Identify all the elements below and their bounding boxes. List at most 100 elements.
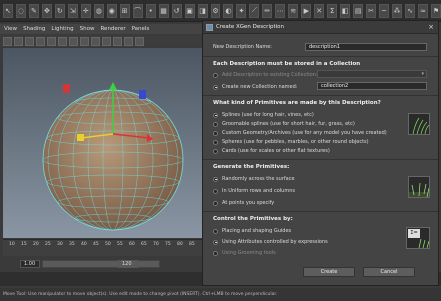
preview-icon[interactable]: ▶ [301,3,312,18]
cut-icon[interactable]: ✂ [366,3,377,18]
rotate-icon[interactable]: ↻ [54,3,65,18]
control-option-guides[interactable]: Placing and shaping Guides [213,228,291,234]
timeline-tick: 65 [141,242,147,247]
clump-icon[interactable]: ⁂ [392,3,403,18]
xgen-icon[interactable]: ✦ [236,3,247,18]
snap-point-icon[interactable]: • [145,3,156,18]
radio-splines[interactable] [213,112,218,118]
snap-curve-icon[interactable]: ⌒ [132,3,143,18]
noise-icon[interactable]: ~ [379,3,390,18]
generate-option-random[interactable]: Randomly across the surface [213,176,295,182]
add-to-existing-label: Add Description to existing Collection: [222,72,318,78]
select-icon[interactable]: ↖ [3,3,13,18]
soft-icon[interactable]: ◍ [93,3,104,18]
show-icon[interactable]: ◉ [106,3,117,18]
lasso-icon[interactable]: ◌ [15,3,26,18]
create-button[interactable]: Create [303,267,355,277]
textured-icon[interactable] [91,36,100,46]
radio-guides[interactable] [213,228,218,234]
radio-create-new[interactable] [213,84,218,90]
menu-lighting[interactable]: Lighting [51,26,73,32]
menu-renderer[interactable]: Renderer [100,26,125,32]
menu-shading[interactable]: Shading [23,26,45,32]
shadows-icon[interactable] [113,36,122,46]
snap-grid-icon[interactable]: ⊞ [119,3,130,18]
paint-icon[interactable]: ✎ [28,3,39,18]
control-option-grooming[interactable]: Using Grooming tools [213,250,276,256]
bookmark-icon[interactable] [14,36,23,46]
description-name-input[interactable]: description1 [305,43,427,51]
settings-icon[interactable]: ⚙ [210,3,221,18]
lights-icon[interactable] [102,36,111,46]
move-icon[interactable]: ✥ [41,3,52,18]
primitive-option-custom-geometry[interactable]: Custom Geometry/Archives (use for any mo… [213,130,387,136]
radio-custom-geometry[interactable] [213,130,218,136]
resolution-gate-icon[interactable] [58,36,67,46]
guide-icon[interactable]: ⟋ [249,3,260,18]
3d-viewport[interactable] [3,48,202,238]
radio-expressions[interactable] [213,239,218,245]
image-plane-icon[interactable] [25,36,34,46]
close-icon[interactable]: × [427,23,435,31]
primitive-option-spheres[interactable]: Spheres (use for pebbles, marbles, or ot… [213,139,369,145]
hypershade-icon[interactable]: ◐ [223,3,234,18]
dialog-titlebar[interactable]: Create XGen Description [203,21,438,34]
coil-icon[interactable]: ∿ [405,3,415,18]
menu-show[interactable]: Show [80,26,95,32]
render-icon[interactable]: ▣ [184,3,195,18]
timeline-tick: 25 [45,242,51,247]
grid-icon[interactable] [36,36,45,46]
film-gate-icon[interactable] [47,36,56,46]
primitive-option-cards[interactable]: Cards (use for scales or other flat text… [213,148,330,154]
splines-preview-icon [408,113,430,135]
snap-plane-icon[interactable]: ▦ [158,3,169,18]
primitive-option-groomable[interactable]: Groomable splines (use for short hair, f… [213,121,355,127]
radio-cards[interactable] [213,148,218,154]
clear-icon[interactable]: ✕ [314,3,325,18]
cancel-button[interactable]: Cancel [363,267,415,277]
time-slider[interactable]: 10 15 20 25 30 35 40 45 50 55 60 65 70 7… [3,239,202,256]
scale-icon[interactable]: ⇲ [67,3,78,18]
xray-icon[interactable] [135,36,144,46]
wind-icon[interactable]: ≈ [418,3,428,18]
camera-icon[interactable] [3,36,12,46]
radio-uniform[interactable] [213,188,218,194]
range-slider[interactable] [42,260,160,268]
universal-icon[interactable]: ✛ [80,3,91,18]
range-start-field[interactable]: 1.00 [20,260,40,268]
brush-icon[interactable]: ✏ [262,3,273,18]
new-description-row: New Description Name: [213,44,272,50]
smooth-shade-icon[interactable] [80,36,89,46]
collection-name-input[interactable]: collection2 [317,82,427,90]
density-icon[interactable]: ▤ [353,3,364,18]
create-new-collection-option[interactable]: Create new Collection named: [213,84,298,90]
radio-points[interactable] [213,200,218,206]
ipr-icon[interactable]: ◨ [197,3,208,18]
isolate-icon[interactable] [124,36,133,46]
wireframe-icon[interactable] [69,36,78,46]
control-option-expressions[interactable]: Using Attributes controlled by expressio… [213,239,328,245]
comb-icon[interactable]: ⋯ [275,3,286,18]
radio-add-existing[interactable] [213,72,218,78]
existing-collection-dropdown[interactable]: ▾ [317,70,427,78]
menu-panels[interactable]: Panels [132,26,150,32]
menu-view[interactable]: View [4,26,17,32]
expr-icon[interactable]: Σ [327,3,338,18]
primitive-option-splines[interactable]: Splines (use for long hair, vines, etc) [213,112,314,118]
create-xgen-description-dialog: Create XGen Description × New Descriptio… [202,20,439,286]
range-end-field[interactable]: 120 [118,260,138,268]
radio-grooming[interactable] [213,250,218,256]
history-icon[interactable]: ↺ [171,3,182,18]
radio-groomable[interactable] [213,121,218,127]
add-to-existing-option[interactable]: Add Description to existing Collection: [213,72,318,78]
groom-icon[interactable]: ≋ [288,3,299,18]
radio-random[interactable] [213,176,218,182]
mask-icon[interactable]: ◧ [340,3,351,18]
pref-icon[interactable]: ⚑ [430,3,441,18]
primitives-header: What kind of Primitives are made by this… [213,100,381,106]
generate-label: At points you specify [222,200,275,206]
generate-option-uniform[interactable]: In Uniform rows and columns [213,188,295,194]
generate-option-points[interactable]: At points you specify [213,200,274,206]
primitive-label: Cards (use for scales or other flat text… [222,148,330,154]
radio-spheres[interactable] [213,139,218,145]
